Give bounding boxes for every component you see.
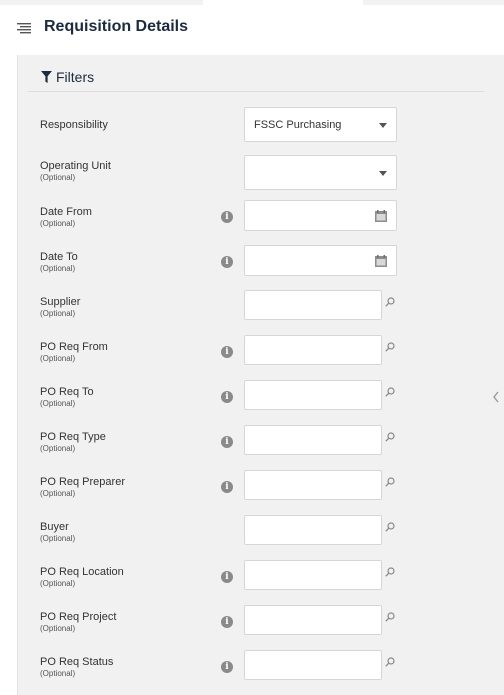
responsibility-label: Responsibility [40,119,108,131]
supplier-label: Supplier (Optional) [40,296,81,318]
supplier-input[interactable] [244,290,382,320]
info-icon[interactable]: i [221,436,233,448]
info-icon[interactable]: i [221,211,233,223]
po-req-to-input[interactable] [244,380,382,410]
search-icon[interactable] [385,297,395,307]
search-icon[interactable] [385,657,395,667]
filters-divider [28,91,484,92]
search-icon[interactable] [385,612,395,622]
info-icon[interactable]: i [221,346,233,358]
chevron-down-icon [379,171,387,176]
calendar-icon[interactable] [375,255,387,267]
search-icon[interactable] [385,477,395,487]
page-header: Requisition Details [0,5,504,53]
page-title: Requisition Details [44,18,189,35]
buyer-input[interactable] [244,515,382,545]
operating-unit-select[interactable] [244,155,397,190]
date-from-input[interactable] [244,200,397,231]
chevron-down-icon [379,123,387,128]
po-req-from-input[interactable] [244,335,382,365]
filters-panel: Filters [17,55,504,695]
search-icon[interactable] [385,432,395,442]
date-to-input[interactable] [244,245,397,276]
calendar-icon[interactable] [375,210,387,222]
responsibility-select[interactable]: FSSC Purchasing [244,107,397,142]
search-icon[interactable] [385,567,395,577]
chevron-left-icon[interactable] [492,391,500,403]
po-req-type-input[interactable] [244,425,382,455]
po-req-preparer-label: PO Req Preparer (Optional) [40,476,125,498]
filters-header[interactable]: Filters [41,67,94,87]
search-icon[interactable] [385,342,395,352]
info-icon[interactable]: i [221,481,233,493]
po-req-project-input[interactable] [244,605,382,635]
responsibility-value: FSSC Purchasing [254,119,342,131]
po-req-status-label: PO Req Status (Optional) [40,656,114,678]
buyer-label: Buyer (Optional) [40,521,76,543]
info-icon[interactable]: i [221,391,233,403]
po-req-from-label: PO Req From (Optional) [40,341,108,363]
po-req-project-label: PO Req Project (Optional) [40,611,117,633]
operating-unit-label: Operating Unit (Optional) [40,160,111,182]
po-req-to-label: PO Req To (Optional) [40,386,94,408]
info-icon[interactable]: i [221,661,233,673]
po-req-preparer-input[interactable] [244,470,382,500]
po-req-location-label: PO Req Location (Optional) [40,566,124,588]
po-req-location-input[interactable] [244,560,382,590]
hamburger-list-icon[interactable] [17,23,31,35]
po-req-type-label: PO Req Type (Optional) [40,431,106,453]
filters-title: Filters [56,69,95,85]
info-icon[interactable]: i [221,616,233,628]
search-icon[interactable] [385,522,395,532]
date-to-label: Date To (Optional) [40,251,78,273]
funnel-icon [41,71,52,83]
info-icon[interactable]: i [221,256,233,268]
search-icon[interactable] [385,387,395,397]
po-req-status-input[interactable] [244,650,382,680]
date-from-label: Date From (Optional) [40,206,92,228]
info-icon[interactable]: i [221,571,233,583]
